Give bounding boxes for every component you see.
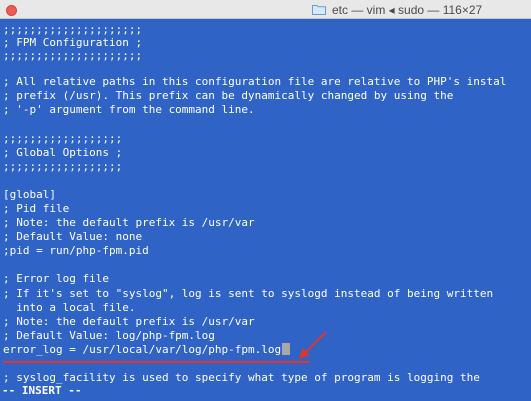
title-bar: etc — vim ◂ sudo — 116×27: [0, 0, 531, 19]
red-arrow-annotation: [299, 331, 327, 359]
code-line: ; Note: the default prefix is /usr/var: [3, 216, 255, 229]
code-line: ;;;;;;;;;;;;;;;;;;: [3, 132, 123, 145]
code-line: [global]: [3, 188, 56, 201]
code-line: ; Note: the default prefix is /usr/var: [3, 315, 255, 328]
code-line: ; syslog_facility is used to specify wha…: [3, 371, 480, 384]
terminal-content[interactable]: ;;;;;;;;;;;;;;;;;;;;; ; FPM Configuratio…: [0, 19, 531, 401]
folder-icon: [312, 4, 326, 15]
code-line: ; '-p' argument from the command line.: [3, 103, 255, 116]
code-line: ; Default Value: none: [3, 230, 143, 243]
code-line: ; Error log file: [3, 272, 109, 285]
code-line: ;;;;;;;;;;;;;;;;;;;;;: [3, 23, 143, 36]
code-line: ;;;;;;;;;;;;;;;;;;;;;: [3, 49, 143, 62]
code-line: ; prefix (/usr). This prefix can be dyna…: [3, 89, 454, 102]
code-line: ;;;;;;;;;;;;;;;;;;: [3, 160, 123, 173]
close-icon[interactable]: [6, 5, 17, 16]
code-line: ; All relative paths in this configurati…: [3, 75, 507, 88]
code-line: ; If it's set to "syslog", log is sent t…: [3, 287, 494, 300]
text-cursor: [282, 343, 291, 355]
code-line: ; Default Value: log/php-fpm.log: [3, 329, 215, 342]
code-line: ; Pid file: [3, 202, 70, 215]
window-title: etc — vim ◂ sudo — 116×27: [332, 2, 483, 17]
window-title-group: etc — vim ◂ sudo — 116×27: [312, 2, 482, 17]
error-log-text: error_log = /usr/local/var/log/php-fpm.l…: [3, 343, 282, 356]
red-underline-annotation: [3, 361, 310, 363]
code-line: ; FPM Configuration ;: [3, 36, 143, 49]
code-line: into a local file.: [3, 301, 136, 314]
code-line-error-log: error_log = /usr/local/var/log/php-fpm.l…: [3, 343, 291, 356]
vim-mode-indicator: -- INSERT --: [2, 384, 82, 397]
code-line: ; Global Options ;: [3, 146, 123, 159]
code-line: ;pid = run/php-fpm.pid: [3, 244, 149, 257]
